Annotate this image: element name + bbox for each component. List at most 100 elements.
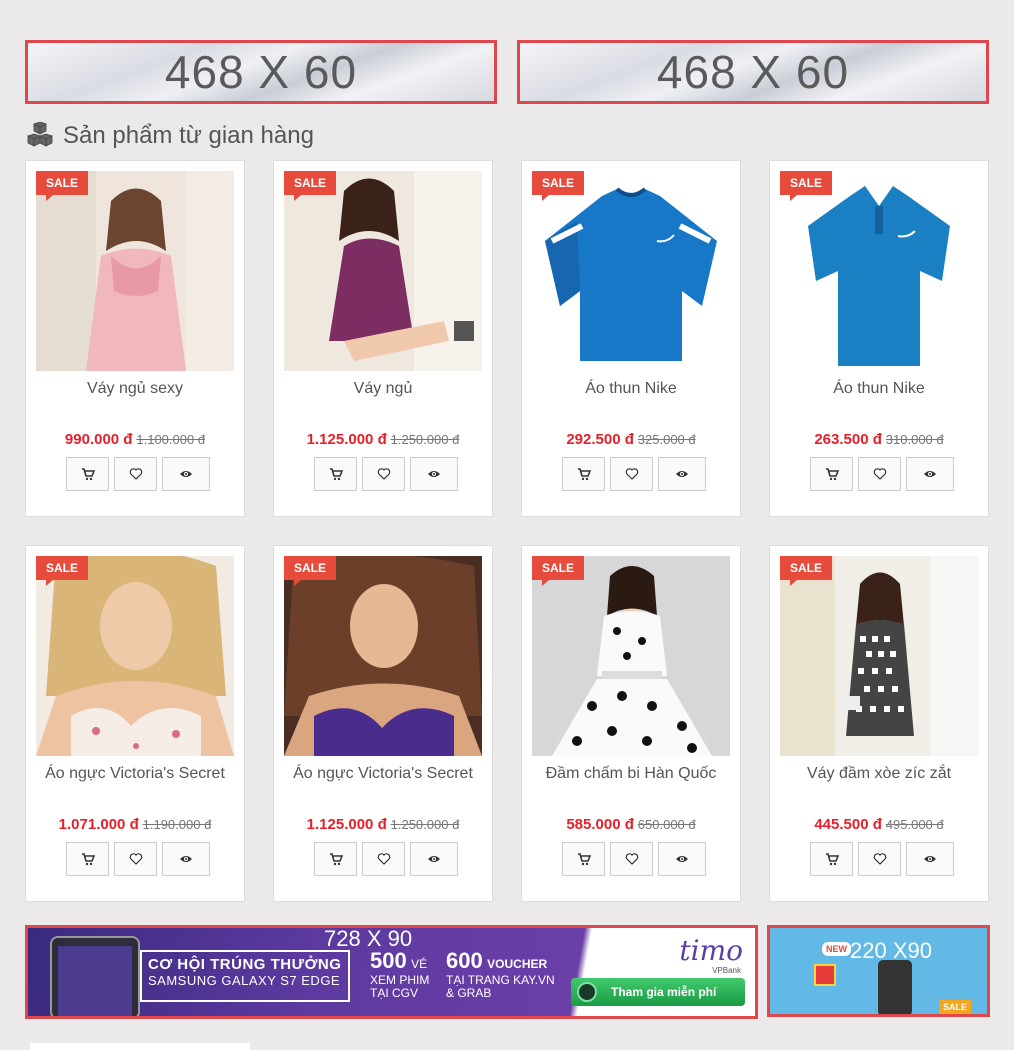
product-name[interactable]: Áo ngực Victoria's Secret — [26, 765, 244, 783]
ad-banner-728[interactable]: CƠ HỘI TRÚNG THƯỞNG SAMSUNG GALAXY S7 ED… — [25, 925, 758, 1019]
product-image[interactable] — [36, 171, 234, 371]
product-name[interactable]: Áo thun Nike — [522, 380, 740, 398]
promo-unit: VOUCHER — [487, 957, 548, 971]
product-card[interactable]: SALE Áo ngực Victoria's Secret 1.071.000… — [25, 545, 245, 902]
sale-badge: SALE — [36, 556, 89, 586]
product-image[interactable] — [532, 556, 730, 756]
product-price: 585.000 đ 650.000 đ — [522, 816, 740, 833]
quick-view-button[interactable] — [658, 842, 706, 876]
phone-graphic — [878, 960, 912, 1014]
eye-icon — [676, 856, 688, 862]
wishlist-button[interactable] — [114, 457, 157, 491]
sale-badge: SALE — [780, 171, 833, 201]
quick-view-button[interactable] — [162, 842, 210, 876]
original-price: 325.000 đ — [637, 432, 696, 447]
original-price: 495.000 đ — [885, 817, 944, 832]
product-name[interactable]: Áo thun Nike — [770, 380, 988, 398]
wishlist-button[interactable] — [858, 457, 901, 491]
gift-icon — [814, 964, 836, 986]
quick-view-button[interactable] — [658, 457, 706, 491]
cart-icon — [81, 468, 95, 481]
product-card[interactable]: SALE Áo ngực Victoria's Secret 1.125.000… — [273, 545, 493, 902]
add-to-cart-button[interactable] — [314, 457, 357, 491]
timo-logo: timo — [679, 934, 743, 967]
original-price: 650.000 đ — [637, 817, 696, 832]
quick-view-button[interactable] — [906, 842, 954, 876]
product-name[interactable]: Đầm chấm bi Hàn Quốc — [522, 765, 740, 783]
quick-view-button[interactable] — [906, 457, 954, 491]
join-free-button[interactable]: Tham gia miễn phí — [571, 978, 745, 1006]
product-card[interactable]: SALE Đầm chấm bi Hàn Quốc 585.000 đ 650.… — [521, 545, 741, 902]
product-image[interactable] — [284, 556, 482, 756]
add-to-cart-button[interactable] — [562, 457, 605, 491]
promo-text: XEM PHIM TẠI CGV — [370, 973, 430, 1000]
heart-icon — [129, 853, 142, 865]
promo-headline: CƠ HỘI TRÚNG THƯỞNG — [148, 956, 342, 973]
new-badge: NEW — [822, 942, 851, 956]
add-to-cart-button[interactable] — [314, 842, 357, 876]
promo-number: 600 — [446, 948, 483, 973]
wishlist-button[interactable] — [114, 842, 157, 876]
product-image[interactable] — [780, 171, 978, 371]
product-price: 292.500 đ 325.000 đ — [522, 431, 740, 448]
sale-tag: SALE — [938, 1000, 971, 1014]
product-name[interactable]: Váy ngủ — [274, 380, 492, 398]
sale-badge: SALE — [36, 171, 89, 201]
banner-size-label: 468 X 60 — [164, 46, 358, 98]
product-card[interactable]: SALE Váy đầm xòe zíc zắt 445.500 đ 495.0… — [769, 545, 989, 902]
product-card[interactable]: SALE Váy ngủ 1.125.000 đ 1.250.000 đ — [273, 160, 493, 517]
product-name[interactable]: Váy ngủ sexy — [26, 380, 244, 398]
wishlist-button[interactable] — [610, 842, 653, 876]
sale-badge: SALE — [284, 556, 337, 586]
wishlist-button[interactable] — [362, 457, 405, 491]
add-to-cart-button[interactable] — [810, 842, 853, 876]
heart-icon — [129, 468, 142, 480]
section-header: Sản phẩm từ gian hàng — [25, 122, 314, 150]
sale-price: 585.000 đ — [566, 816, 634, 833]
cart-icon — [329, 468, 343, 481]
product-name[interactable]: Váy đầm xòe zíc zắt — [770, 765, 988, 783]
quick-view-button[interactable] — [162, 457, 210, 491]
eye-icon — [180, 471, 192, 477]
add-to-cart-button[interactable] — [66, 842, 109, 876]
product-card[interactable]: SALE Váy ngủ sexy 990.000 đ 1.100.000 đ — [25, 160, 245, 517]
next-section-tab[interactable] — [30, 1043, 250, 1050]
add-to-cart-button[interactable] — [810, 457, 853, 491]
quick-view-button[interactable] — [410, 457, 458, 491]
product-image[interactable] — [36, 556, 234, 756]
cart-icon — [81, 853, 95, 866]
top-banner-right[interactable]: 468 X 60 — [517, 40, 989, 104]
add-to-cart-button[interactable] — [66, 457, 109, 491]
sale-price: 292.500 đ — [566, 431, 634, 448]
heart-icon — [873, 853, 886, 865]
top-banner-left[interactable]: 468 X 60 — [25, 40, 497, 104]
heart-icon — [377, 468, 390, 480]
promo-unit: VÉ — [411, 957, 428, 971]
ad-banner-220[interactable]: NEW 220 X90 SALE — [767, 925, 990, 1017]
add-to-cart-button[interactable] — [562, 842, 605, 876]
sale-price: 263.500 đ — [814, 431, 882, 448]
arrow-circle-icon — [577, 982, 597, 1002]
original-price: 1.190.000 đ — [142, 817, 212, 832]
promo-vouchers: 600 VOUCHER TẠI TRANG KAY.VN & GRAB — [446, 948, 566, 1000]
vpbank-logo: VPBank — [712, 966, 741, 975]
product-price: 1.125.000 đ 1.250.000 đ — [274, 816, 492, 833]
product-image[interactable] — [532, 171, 730, 371]
quick-view-button[interactable] — [410, 842, 458, 876]
wishlist-button[interactable] — [610, 457, 653, 491]
product-price: 445.500 đ 495.000 đ — [770, 816, 988, 833]
sale-price: 1.125.000 đ — [306, 816, 387, 833]
product-image[interactable] — [780, 556, 978, 756]
product-card[interactable]: SALE Áo thun Nike 292.500 đ 325.000 đ — [521, 160, 741, 517]
sale-badge: SALE — [284, 171, 337, 201]
cart-icon — [825, 853, 839, 866]
original-price: 310.000 đ — [885, 432, 944, 447]
cart-icon — [577, 853, 591, 866]
cta-label: Tham gia miễn phí — [611, 985, 717, 999]
product-card[interactable]: SALE Áo thun Nike 263.500 đ 310.000 đ — [769, 160, 989, 517]
wishlist-button[interactable] — [362, 842, 405, 876]
product-name[interactable]: Áo ngực Victoria's Secret — [274, 765, 492, 783]
promo-text: TẠI TRANG KAY.VN & GRAB — [446, 973, 555, 1000]
wishlist-button[interactable] — [858, 842, 901, 876]
product-image[interactable] — [284, 171, 482, 371]
